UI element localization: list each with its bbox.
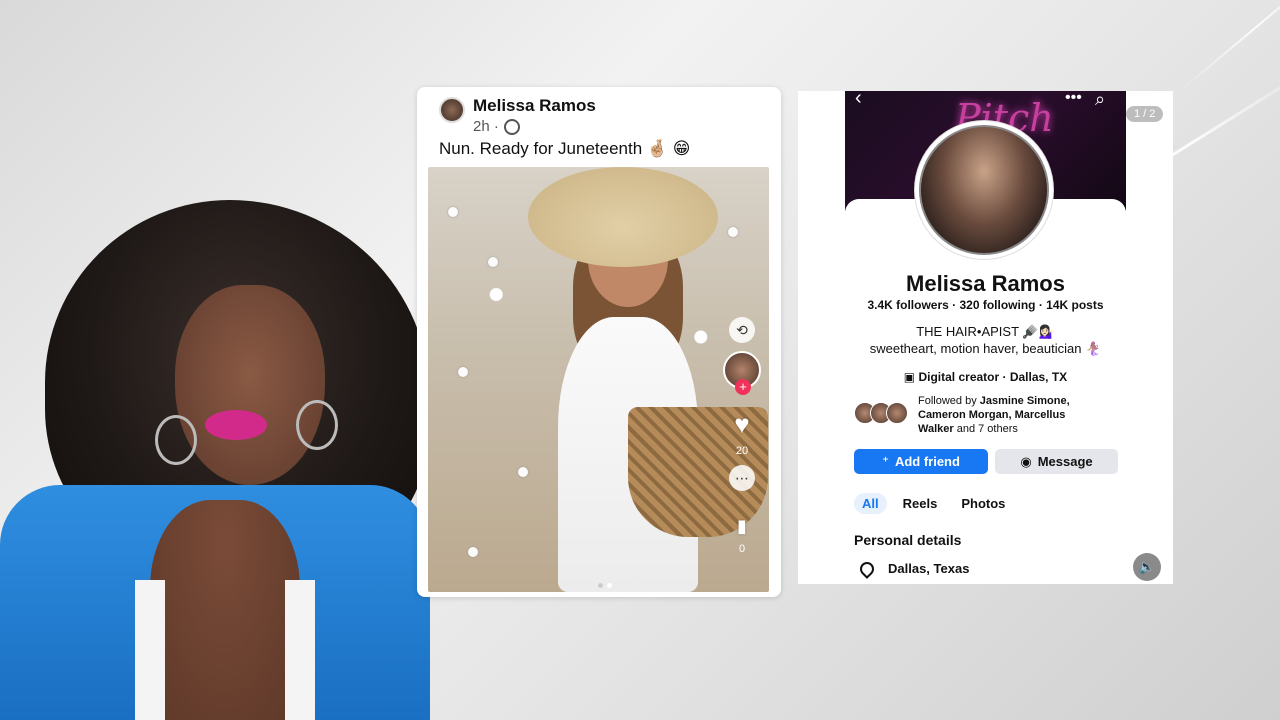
comment-icon[interactable]: ⋯ (729, 465, 755, 491)
cotton-boll (728, 227, 738, 237)
followed-by-text: Followed by Jasmine Simone, Cameron Morg… (918, 394, 1098, 436)
tab-photos[interactable]: Photos (953, 493, 1013, 514)
creator-avatar[interactable]: + (723, 351, 761, 395)
mutual-friend-avatars (854, 402, 908, 436)
location-row: Dallas, Texas (857, 558, 970, 579)
save-count: 0 (738, 543, 746, 555)
profile-category: Digital creator · Dallas, TX (918, 370, 1068, 384)
profile-picture-image (919, 125, 1049, 255)
profile-stats[interactable]: 3.4K followers · 320 following · 14K pos… (798, 298, 1173, 312)
page-indicator: 1 / 2 (1126, 106, 1164, 122)
add-friend-label: Add friend (894, 454, 960, 469)
add-friend-icon: ⁺ (882, 453, 889, 469)
presenter-earring (296, 400, 338, 450)
like-count: 20 (735, 445, 749, 457)
speaker-icon[interactable]: 🔈 (1133, 553, 1161, 581)
avatar[interactable] (439, 97, 465, 123)
cotton-boll (458, 367, 468, 377)
presenter-lips (205, 410, 267, 440)
avatar (886, 402, 908, 424)
presenter-face (175, 285, 325, 485)
add-friend-button[interactable]: ⁺ Add friend (854, 449, 988, 474)
carousel-dot[interactable] (598, 583, 603, 588)
presenter-video (0, 200, 430, 720)
post-meta: 2h · (473, 118, 596, 135)
plus-icon[interactable]: + (735, 379, 751, 395)
more-icon[interactable]: ••• (1065, 91, 1082, 107)
back-chevron-icon[interactable]: ‹ (855, 91, 862, 110)
presenter-shirt (135, 580, 165, 720)
presenter-earring (155, 415, 197, 465)
cotton-boll (448, 207, 458, 217)
post-caption: Nun. Ready for Juneteenth 🤞🏼 😁 (439, 139, 691, 158)
mutual-friends[interactable]: Followed by Jasmine Simone, Cameron Morg… (854, 394, 1098, 436)
post-header: Melissa Ramos 2h · (439, 96, 596, 135)
heart-icon[interactable]: ♥ (734, 411, 749, 437)
cotton-boll (488, 257, 498, 267)
globe-icon (503, 118, 520, 135)
post-author-name[interactable]: Melissa Ramos (473, 96, 596, 116)
followed-suffix: and 7 others (953, 423, 1018, 435)
cotton-boll (518, 467, 528, 477)
profile-tabs: All Reels Photos (854, 493, 1013, 514)
tab-all[interactable]: All (854, 493, 887, 514)
presenter-neck (150, 500, 300, 720)
tab-reels[interactable]: Reels (895, 493, 946, 514)
post-photo[interactable]: ⟲ + ♥ 20 ⋯ ▮ 0 (428, 167, 769, 592)
search-icon[interactable]: ⌕ (1095, 91, 1105, 110)
profile-meta: ▣ Digital creator · Dallas, TX (798, 370, 1173, 384)
carousel-dots (598, 583, 612, 588)
background-light-streak (1179, 0, 1280, 92)
cotton-boll (468, 547, 478, 557)
location-text: Dallas, Texas (888, 561, 970, 576)
message-button[interactable]: ◉ Message (995, 449, 1118, 474)
message-label: Message (1037, 454, 1093, 469)
rotate-icon[interactable]: ⟲ (729, 317, 755, 343)
photo-subject-hat (528, 167, 718, 267)
profile-bio: THE HAIR•APIST 🪮💁🏻‍♀️ sweetheart, motion… (798, 323, 1173, 357)
bookmark-icon[interactable]: ▮ (737, 517, 747, 535)
messenger-icon: ◉ (1020, 453, 1032, 469)
bio-line: sweetheart, motion haver, beautician 🧜🏽‍… (869, 341, 1102, 356)
profile-picture[interactable] (915, 121, 1053, 259)
section-title: Personal details (854, 532, 962, 548)
followed-prefix: Followed by (918, 395, 980, 407)
location-pin-icon (857, 558, 877, 579)
carousel-dot-active[interactable] (607, 583, 612, 588)
reel-action-bar: ⟲ + ♥ 20 ⋯ ▮ 0 (723, 317, 761, 555)
facebook-post-card: Melissa Ramos 2h · Nun. Ready for Junete… (417, 87, 781, 597)
post-time[interactable]: 2h · (473, 118, 499, 135)
presenter-shirt (285, 580, 315, 720)
facebook-profile-card: Pitch Bad ‹ ••• ⌕ 1 / 2 Melissa Ramos 3.… (798, 91, 1173, 584)
profile-name: Melissa Ramos (906, 271, 1065, 296)
briefcase-icon: ▣ (903, 370, 919, 384)
bio-line: THE HAIR•APIST 🪮💁🏻‍♀️ (916, 324, 1055, 339)
